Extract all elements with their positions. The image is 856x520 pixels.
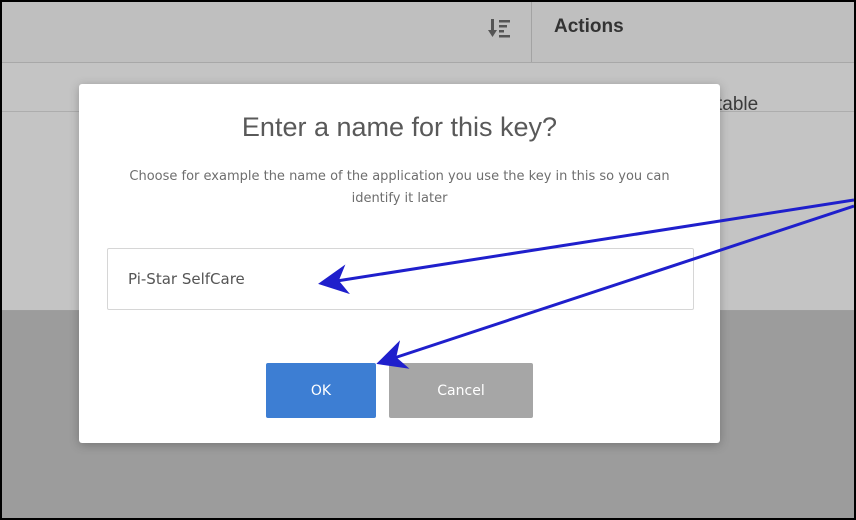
cancel-button[interactable]: Cancel bbox=[389, 363, 533, 418]
column-divider bbox=[531, 2, 532, 62]
key-name-dialog: Enter a name for this key? Choose for ex… bbox=[79, 84, 720, 443]
sort-descending-icon[interactable] bbox=[488, 16, 512, 40]
table-header bbox=[2, 2, 854, 63]
ok-button[interactable]: OK bbox=[266, 363, 376, 418]
dialog-description: Choose for example the name of the appli… bbox=[129, 169, 670, 206]
dialog-title: Enter a name for this key? bbox=[241, 112, 558, 142]
screenshot-frame: Actions table Enter a name for this key?… bbox=[0, 0, 856, 520]
actions-column-header: Actions bbox=[554, 16, 624, 37]
key-name-input[interactable] bbox=[107, 248, 694, 310]
